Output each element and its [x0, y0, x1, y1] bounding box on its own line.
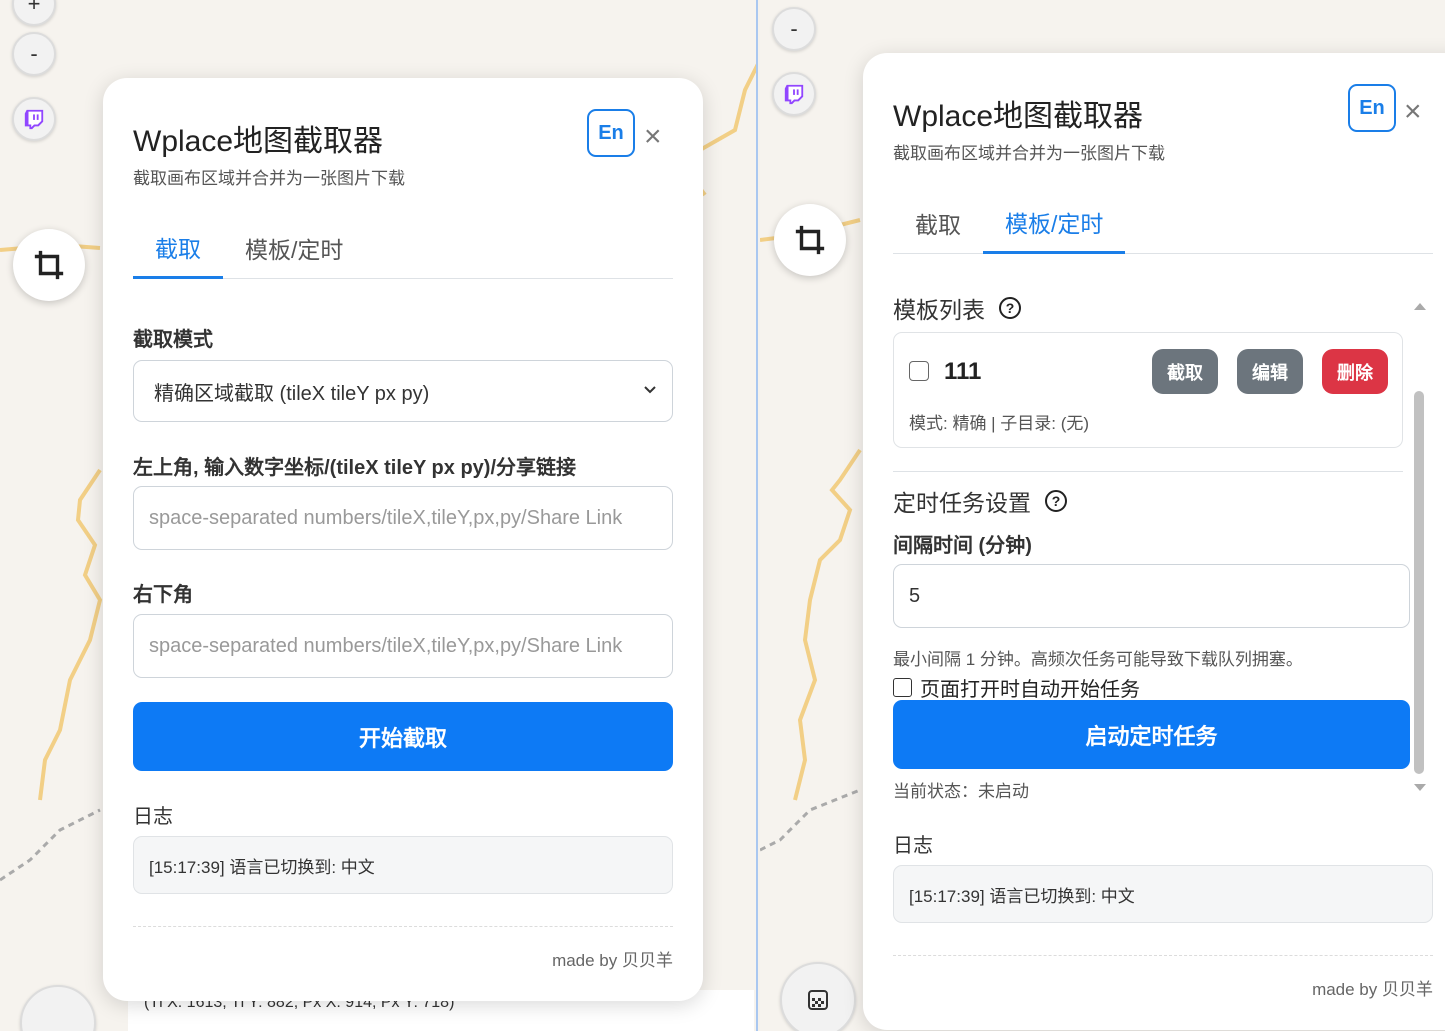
panel-title: Wplace地图截取器: [893, 100, 1144, 133]
auto-start-label: 页面打开时自动开始任务: [920, 679, 1140, 701]
interval-label: 间隔时间 (分钟): [893, 535, 1032, 557]
log-label: 日志: [893, 835, 933, 857]
scroll-up-icon[interactable]: [1413, 301, 1427, 311]
left-window: + - (Tl X: 1613, Tl Y: 882, Px X: 914, P…: [0, 0, 758, 1031]
twitch-button[interactable]: [12, 97, 56, 141]
template-list-title-text: 模板列表: [893, 297, 985, 323]
section-divider: [893, 471, 1403, 472]
schedule-status: 当前状态：未启动: [893, 782, 1029, 801]
bottom-right-label: 右下角: [133, 584, 193, 606]
interval-input[interactable]: 5: [893, 564, 1410, 628]
panel-title: Wplace地图截取器: [133, 125, 384, 158]
footer-credit: made by 贝贝羊: [552, 951, 673, 970]
log-label: 日志: [133, 806, 173, 828]
start-schedule-button[interactable]: 启动定时任务: [893, 700, 1410, 769]
twitch-icon: [24, 109, 44, 130]
scrollbar-thumb[interactable]: [1414, 391, 1424, 774]
template-panel: Wplace地图截取器 截取画布区域并合并为一张图片下载 En × 截取 模板/…: [863, 53, 1445, 1030]
panel-tabs: 截取 模板/定时: [893, 192, 1433, 254]
crop-tool-button[interactable]: [774, 204, 846, 276]
mode-label: 截取模式: [133, 329, 213, 351]
template-edit-button[interactable]: 编辑: [1237, 349, 1303, 394]
panel-tabs: 截取 模板/定时: [133, 217, 673, 279]
auto-start-row[interactable]: 页面打开时自动开始任务: [893, 673, 1140, 702]
footer-divider: [893, 955, 1433, 956]
close-button[interactable]: ×: [1404, 97, 1422, 127]
help-icon[interactable]: ?: [1045, 490, 1067, 512]
interval-hint: 最小间隔 1 分钟。高频次任务可能导致下载队列拥塞。: [893, 650, 1303, 669]
twitch-button[interactable]: [772, 72, 816, 116]
top-left-label: 左上角, 输入数字坐标/(tileX tileY px py)/分享链接: [133, 457, 577, 479]
palette-icon: [808, 990, 828, 1010]
crop-icon: [34, 250, 64, 280]
zoom-out-icon: -: [30, 41, 38, 66]
crop-icon: [795, 225, 825, 255]
schedule-title: 定时任务设置 ?: [893, 484, 1067, 518]
bottom-right-input[interactable]: space-separated numbers/tileX,tileY,px,p…: [133, 614, 673, 678]
zoom-out-button[interactable]: -: [12, 32, 56, 76]
mode-select-value: 精确区域截取 (tileX tileY px py): [154, 382, 430, 405]
language-toggle-button[interactable]: En: [1348, 84, 1396, 132]
zoom-out-button[interactable]: -: [772, 7, 816, 51]
help-icon[interactable]: ?: [999, 297, 1021, 319]
template-meta: 模式: 精确 | 子目录: (无): [909, 414, 1090, 433]
top-left-input[interactable]: space-separated numbers/tileX,tileY,px,p…: [133, 486, 673, 550]
scrollbar[interactable]: [1411, 293, 1431, 803]
log-box: [15:17:39] 语言已切换到: 中文: [133, 836, 673, 894]
tab-capture[interactable]: 截取: [893, 192, 983, 254]
crop-tool-button[interactable]: [13, 229, 85, 301]
tab-template-schedule[interactable]: 模板/定时: [983, 192, 1126, 254]
auto-start-checkbox[interactable]: [893, 678, 912, 697]
template-name: 111: [944, 358, 982, 385]
tab-template-schedule[interactable]: 模板/定时: [223, 217, 365, 279]
template-checkbox[interactable]: [909, 361, 929, 381]
zoom-in-icon: +: [27, 0, 41, 16]
twitch-icon: [784, 84, 804, 105]
paint-tool-button[interactable]: [780, 962, 856, 1031]
close-button[interactable]: ×: [644, 122, 662, 152]
panel-subtitle: 截取画布区域并合并为一张图片下载: [133, 169, 405, 188]
schedule-title-text: 定时任务设置: [893, 490, 1031, 516]
log-entry: [15:17:39] 语言已切换到: 中文: [909, 886, 1135, 906]
template-item: 111 截取 编辑 删除 模式: 精确 | 子目录: (无): [893, 332, 1403, 448]
log-entry: [15:17:39] 语言已切换到: 中文: [149, 857, 375, 877]
log-box: [15:17:39] 语言已切换到: 中文: [893, 865, 1433, 923]
right-window: - Wplace地图截取器 截取画布区域并合并为一张图片下载 En × 截取 模…: [760, 0, 1445, 1031]
scroll-down-icon[interactable]: [1413, 783, 1427, 793]
footer-divider: [133, 926, 673, 927]
chevron-down-icon: [644, 386, 656, 394]
footer-credit: made by 贝贝羊: [1312, 980, 1433, 999]
template-capture-button[interactable]: 截取: [1152, 349, 1218, 394]
template-list-title: 模板列表 ?: [893, 291, 1021, 325]
tab-capture[interactable]: 截取: [133, 217, 223, 279]
zoom-out-icon: -: [790, 16, 798, 41]
capture-panel: Wplace地图截取器 截取画布区域并合并为一张图片下载 En × 截取 模板/…: [103, 78, 703, 1001]
start-capture-button[interactable]: 开始截取: [133, 702, 673, 771]
panel-subtitle: 截取画布区域并合并为一张图片下载: [893, 144, 1165, 163]
template-delete-button[interactable]: 删除: [1322, 349, 1388, 394]
language-toggle-button[interactable]: En: [587, 109, 635, 157]
mode-select[interactable]: 精确区域截取 (tileX tileY px py): [133, 360, 673, 422]
